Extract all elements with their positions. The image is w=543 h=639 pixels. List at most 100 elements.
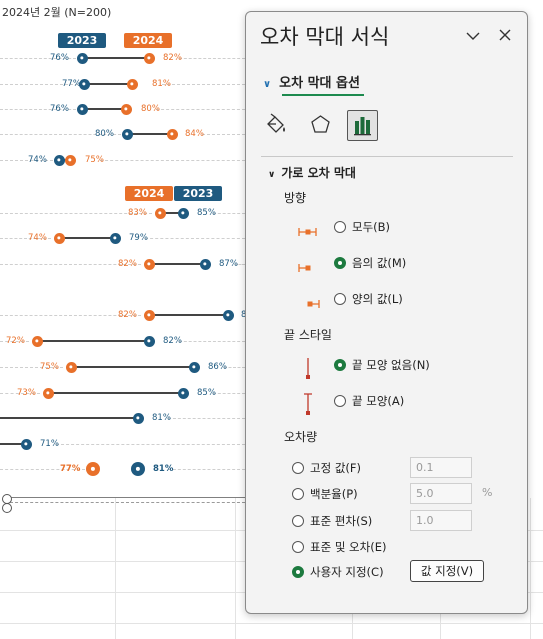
grid-dash [179, 58, 245, 59]
orange-value-label: 82% [118, 310, 137, 320]
orange-marker [154, 207, 166, 219]
end-style-no-cap-radio[interactable]: 끝 모양 없음(N) [334, 357, 430, 373]
direction-label: 방향 [284, 191, 307, 205]
orange-marker [166, 128, 178, 140]
fill-line-icon[interactable] [260, 110, 291, 141]
connector-line [82, 108, 126, 110]
chart-border [10, 497, 245, 498]
blue-value-label: 71% [40, 439, 59, 449]
end-style-cap-label: 끝 모양(A) [352, 394, 405, 408]
pane-title: 오차 막대 서식 [260, 25, 390, 49]
amount-custom-radio[interactable]: 사용자 지정(C) [292, 564, 384, 580]
chevron-down-icon[interactable] [464, 28, 482, 46]
orange-marker [143, 52, 155, 64]
blue-value-label: 81% [152, 413, 171, 423]
amount-percent-radio[interactable]: 백분율(P) [292, 486, 358, 502]
orange-value-label: 77% [60, 464, 81, 474]
blue-marker [177, 387, 189, 399]
orange-value-label: 74% [28, 233, 47, 243]
close-icon[interactable] [496, 28, 514, 46]
orange-marker [143, 309, 155, 321]
orange-marker [65, 361, 77, 373]
connector-line [71, 366, 194, 368]
chevron-down-icon: ∨ [263, 79, 272, 90]
radio-button-selected[interactable] [334, 359, 346, 371]
amount-stdev-radio[interactable]: 표준 편차(S) [292, 513, 372, 529]
bar-chart-options-icon[interactable] [347, 110, 378, 141]
radio-button[interactable] [292, 488, 304, 500]
radio-button-selected[interactable] [334, 257, 346, 269]
radio-button[interactable] [334, 293, 346, 305]
blue-marker [222, 309, 234, 321]
blue-value-label: 86% [208, 362, 227, 372]
error-amount-label: 오차량 [284, 430, 318, 444]
fixed-value-input[interactable]: 0.1 [410, 457, 472, 478]
blue-value-label: 82% [163, 336, 182, 346]
percent-value-input[interactable]: 5.0 [410, 483, 472, 504]
grid-dash [162, 84, 245, 85]
orange-value-label: 84% [185, 129, 204, 139]
orange-marker [42, 387, 54, 399]
blue-marker [199, 258, 211, 270]
amount-stdev-label: 표준 편차(S) [310, 514, 373, 528]
radio-button-selected[interactable] [292, 566, 304, 578]
specify-value-button[interactable]: 값 지정(V) [410, 560, 484, 582]
blue-marker [20, 438, 32, 450]
direction-plus-radio[interactable]: 양의 값(L) [334, 291, 403, 307]
radio-button[interactable] [334, 395, 346, 407]
amount-fixed-radio[interactable]: 고정 값(F) [292, 460, 361, 476]
end-style-cap-radio[interactable]: 끝 모양(A) [334, 393, 404, 409]
orange-marker [53, 232, 65, 244]
radio-button[interactable] [334, 221, 346, 233]
amount-percent-label: 백분율(P) [310, 487, 358, 501]
orange-value-label: 73% [17, 388, 36, 398]
blue-value-label: 85% [197, 388, 216, 398]
grid-column [235, 498, 236, 639]
orange-value-label: 83% [128, 208, 147, 218]
chevron-down-icon: ∨ [268, 170, 276, 180]
direction-both-radio[interactable]: 모두(B) [334, 219, 390, 235]
blue-marker [132, 412, 144, 424]
stdev-value-input[interactable]: 1.0 [410, 510, 472, 531]
both-direction-icon [298, 228, 317, 236]
blue-value-label: 77% [62, 79, 81, 89]
connector-line [149, 263, 205, 265]
resize-handle-lower[interactable] [2, 503, 12, 513]
effects-icon[interactable] [305, 110, 336, 141]
orange-value-label: 75% [85, 155, 104, 165]
tab-error-bar-options[interactable]: ∨ 오차 막대 옵션 [263, 72, 360, 91]
direction-minus-label: 음의 값(M) [352, 256, 407, 270]
blue-value-label: 76% [50, 104, 69, 114]
orange-value-label: 72% [6, 336, 25, 346]
orange-value-label: 81% [152, 79, 171, 89]
direction-minus-radio[interactable]: 음의 값(M) [334, 255, 406, 271]
connector-line [84, 83, 132, 85]
grid-dash [100, 160, 245, 161]
blue-marker [188, 361, 200, 373]
radio-button[interactable] [292, 515, 304, 527]
connector-line [48, 392, 183, 394]
radio-button[interactable] [292, 462, 304, 474]
radio-button[interactable] [292, 541, 304, 553]
chart-subtitle: 2024년 2월 (N=200) [2, 6, 112, 19]
no-cap-icon [306, 358, 310, 379]
grid-line [0, 623, 543, 624]
orange-value-label: 82% [118, 259, 137, 269]
connector-line [59, 237, 115, 239]
connector-line [82, 57, 149, 59]
blue-value-label: 87% [219, 259, 238, 269]
grid-dash [168, 469, 245, 470]
divider [261, 156, 513, 157]
blue-marker [76, 52, 88, 64]
grid-column [530, 498, 531, 639]
orange-marker [31, 335, 43, 347]
connector-line [37, 340, 149, 342]
group-horizontal-error-bar[interactable]: ∨ 가로 오차 막대 [268, 164, 356, 181]
blue-marker [143, 335, 155, 347]
orange-value-label: 82% [163, 53, 182, 63]
direction-plus-label: 양의 값(L) [352, 292, 403, 306]
orange-value-label: 75% [40, 362, 59, 372]
amount-sterr-radio[interactable]: 표준 및 오차(E) [292, 539, 386, 555]
grid-dash [202, 134, 245, 135]
blue-value-label: 81% [153, 464, 174, 474]
